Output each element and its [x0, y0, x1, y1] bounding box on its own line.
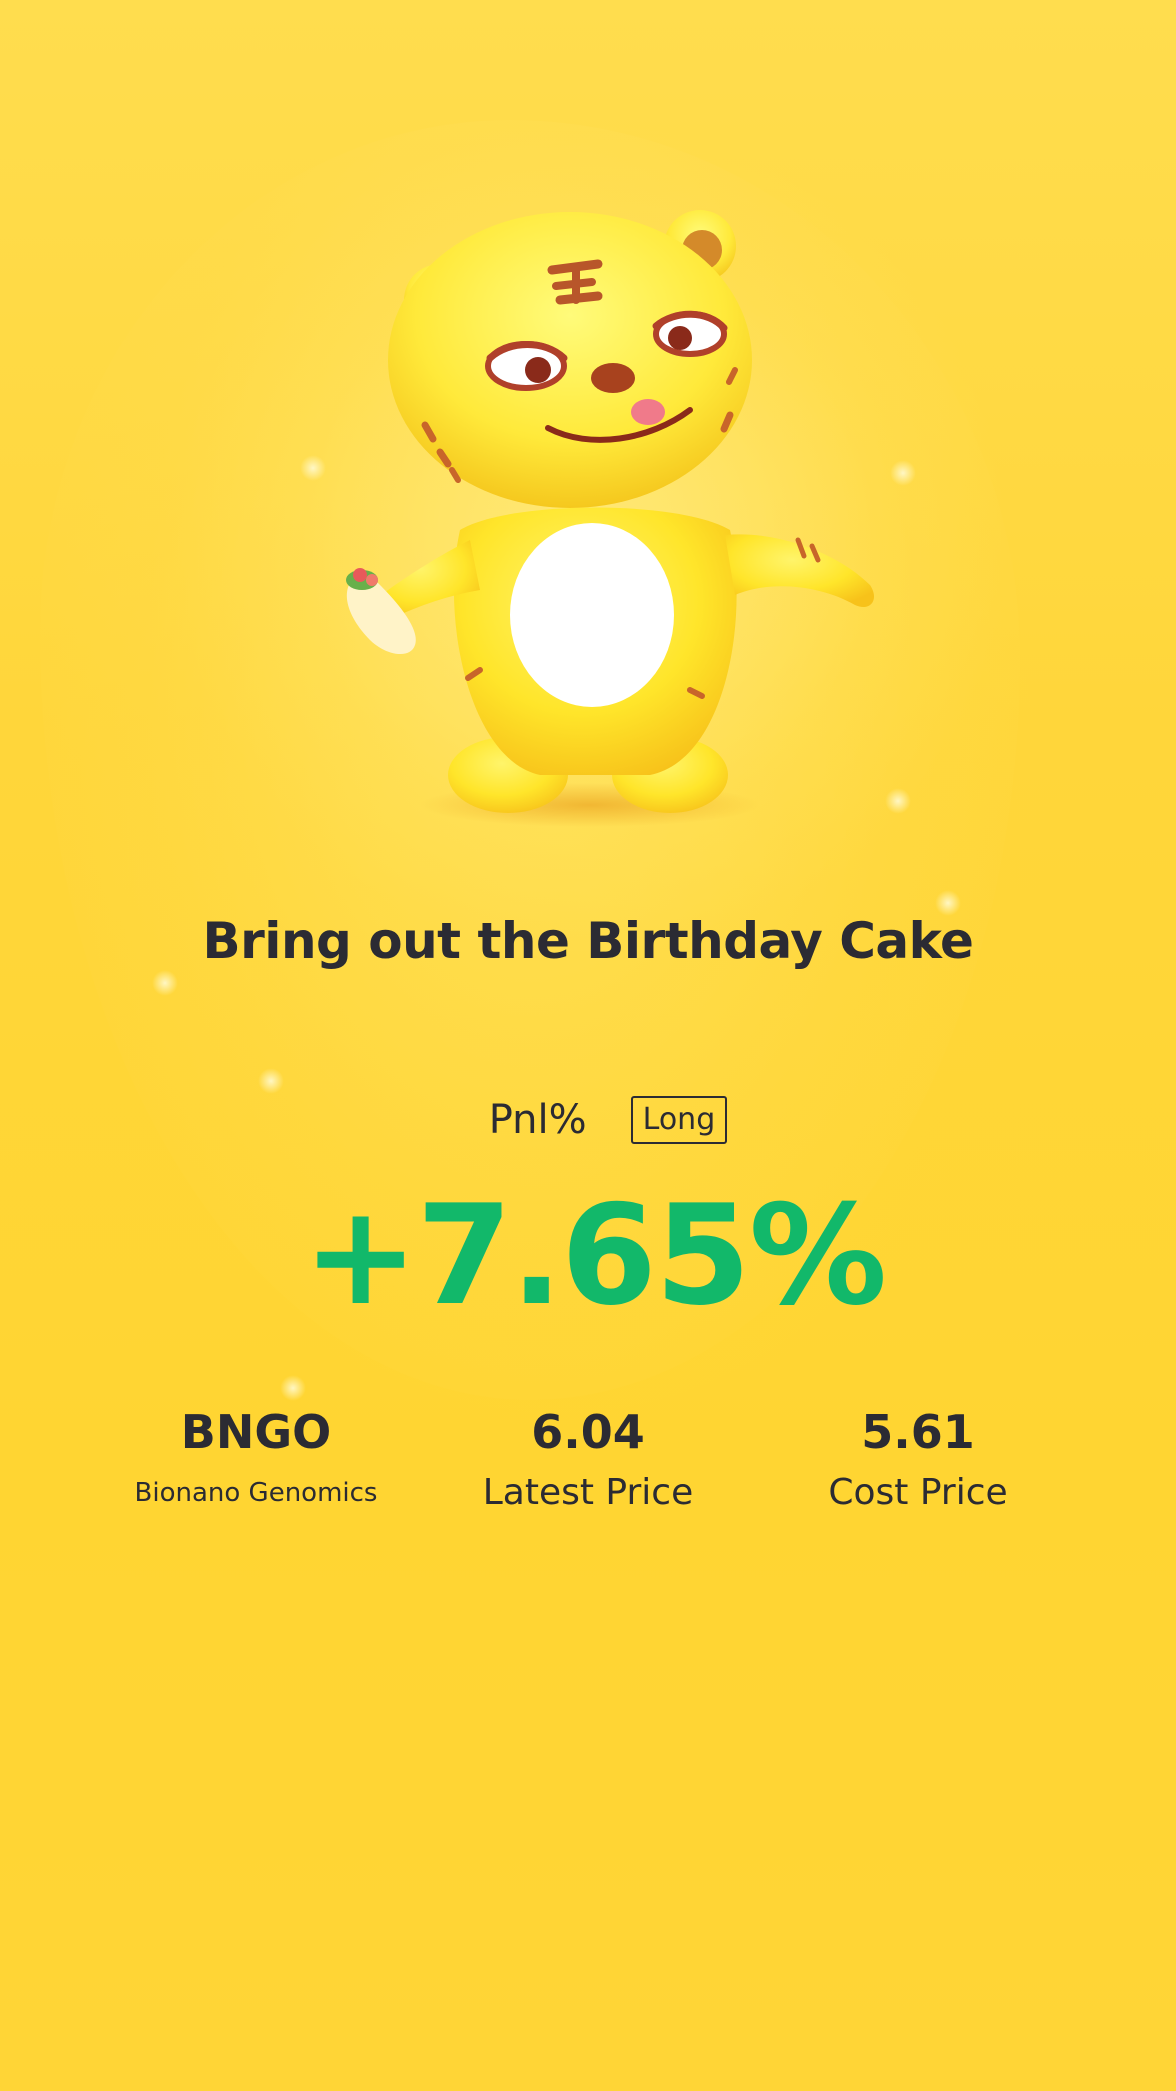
sparkle-decoration — [300, 455, 326, 481]
stats-row: BNGO Bionano Genomics 6.04 Latest Price … — [0, 1400, 1176, 1540]
sparkle-decoration — [890, 460, 916, 486]
pnl-share-card: Bring out the Birthday Cake Pnl% Long +7… — [0, 0, 1176, 2091]
tiger-mascot-icon — [346, 210, 875, 827]
sparkle-decoration — [258, 1068, 284, 1094]
pnl-label: Pnl% — [488, 1097, 587, 1143]
headline: Bring out the Birthday Cake — [202, 912, 974, 970]
latest-price-label: Latest Price — [482, 1472, 694, 1513]
cost-price-info: 5.61 Cost Price — [753, 1400, 1083, 1513]
cost-price-value: 5.61 — [861, 1405, 975, 1459]
sparkle-decoration — [152, 970, 178, 996]
stock-ticker: BNGO — [180, 1405, 332, 1459]
latest-price-info: 6.04 Latest Price — [423, 1400, 753, 1513]
direction-badge: Long — [630, 1096, 728, 1144]
cost-price-label: Cost Price — [828, 1472, 1008, 1513]
latest-price-value: 6.04 — [531, 1405, 645, 1459]
company-name: Bionano Genomics — [134, 1478, 378, 1508]
stock-info: BNGO Bionano Genomics — [91, 1400, 421, 1508]
pnl-percentage-value: +7.65% — [302, 1175, 887, 1336]
pnl-header: Pnl% Long — [0, 1096, 1176, 1144]
sparkle-decoration — [280, 1375, 306, 1401]
